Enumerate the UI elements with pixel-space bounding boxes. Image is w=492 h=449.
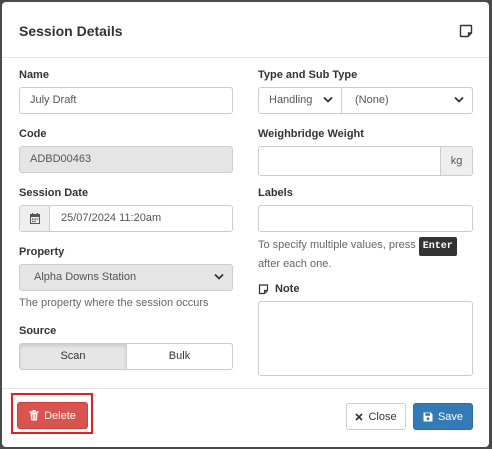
session-date-value: 25/07/2024 11:20am: [61, 212, 162, 224]
code-label: Code: [19, 128, 47, 140]
session-details-modal: Session Details Name July Draft Code ADB…: [2, 2, 489, 447]
save-button-label: Save: [437, 410, 464, 423]
source-scan-button[interactable]: Scan: [19, 343, 127, 370]
weight-input[interactable]: [258, 146, 441, 176]
note-label-text: Note: [275, 283, 300, 295]
note-icon: [258, 283, 269, 294]
trash-icon: [29, 410, 39, 421]
modal-header: Session Details: [2, 2, 489, 58]
name-input[interactable]: July Draft: [19, 87, 233, 114]
weight-label: Weighbridge Weight: [258, 128, 364, 140]
modal-footer: Delete Close Save: [2, 388, 489, 447]
labels-help-text-2: after each one.: [258, 258, 332, 270]
property-help: The property where the session occurs: [19, 297, 209, 309]
labels-label: Labels: [258, 187, 293, 199]
modal-title: Session Details: [19, 23, 123, 39]
session-date-label: Session Date: [19, 187, 89, 199]
session-date-input[interactable]: 25/07/2024 11:20am: [19, 205, 233, 232]
source-label: Source: [19, 325, 57, 337]
source-bulk-button[interactable]: Bulk: [126, 343, 233, 370]
chevron-down-icon: [454, 96, 464, 103]
chevron-down-icon: [214, 273, 224, 280]
floppy-disk-icon: [423, 412, 433, 421]
calendar-icon: [30, 213, 40, 224]
labels-help-text: To specify multiple values, press: [258, 239, 416, 251]
delete-button-label: Delete: [44, 409, 76, 422]
note-label: Note: [258, 283, 299, 295]
subtype-value: (None): [355, 94, 389, 106]
calendar-addon[interactable]: [20, 206, 50, 231]
property-select[interactable]: Alpha Downs Station: [19, 264, 233, 291]
property-value: Alpha Downs Station: [34, 271, 137, 283]
type-select[interactable]: Handling: [258, 87, 342, 114]
labels-input[interactable]: [258, 205, 473, 232]
weight-unit-addon: kg: [440, 146, 473, 176]
labels-help: To specify multiple values, press Enter …: [258, 237, 473, 273]
note-icon[interactable]: [459, 24, 473, 38]
type-label: Type and Sub Type: [258, 69, 358, 81]
property-label: Property: [19, 246, 65, 258]
name-label: Name: [19, 69, 49, 81]
code-input: ADBD00463: [19, 146, 233, 173]
subtype-select[interactable]: (None): [341, 87, 473, 114]
note-textarea[interactable]: [258, 301, 473, 376]
save-button[interactable]: Save: [413, 403, 473, 430]
type-value: Handling: [269, 94, 313, 106]
x-icon: [355, 412, 364, 421]
close-button[interactable]: Close: [346, 403, 406, 430]
close-button-label: Close: [368, 410, 397, 423]
enter-key-badge: Enter: [418, 237, 457, 256]
chevron-down-icon: [323, 96, 333, 103]
delete-button[interactable]: Delete: [17, 402, 88, 429]
